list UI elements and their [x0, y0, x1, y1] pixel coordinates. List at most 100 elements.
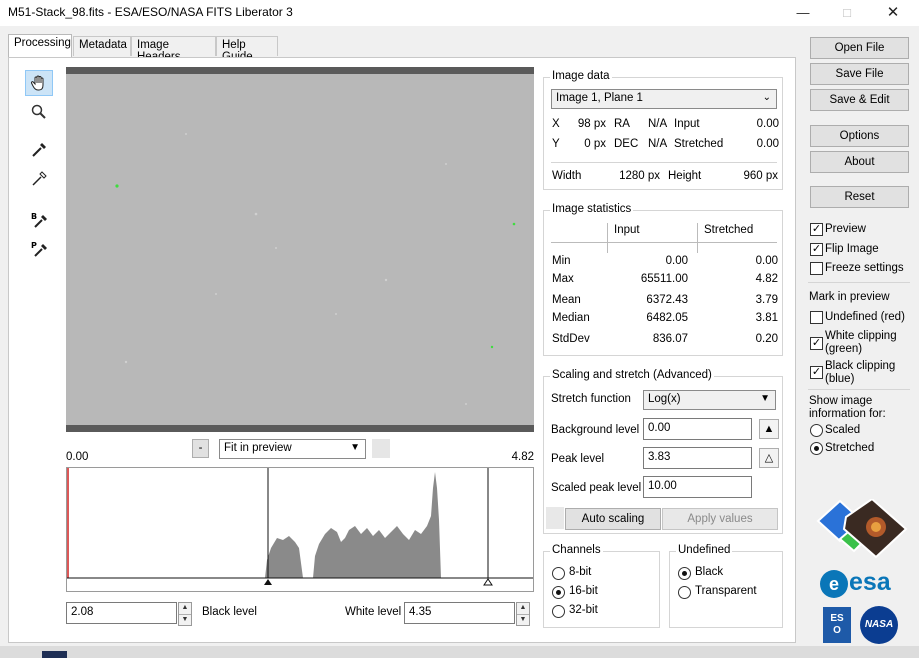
freeze-settings-checkbox[interactable] — [810, 262, 823, 275]
black-clipping-checkbox[interactable]: ✓ — [810, 366, 823, 379]
white-level-spinner[interactable]: ▲ ▼ — [516, 602, 530, 626]
white-level-label: White level — [345, 606, 402, 618]
radio-transparent[interactable] — [678, 586, 691, 599]
flip-image-checkbox[interactable]: ✓ — [810, 243, 823, 256]
black-level-input[interactable]: 2.08 — [66, 602, 177, 624]
maximize-button[interactable]: □ — [833, 2, 861, 24]
black-point-tool[interactable]: B — [25, 207, 53, 233]
chevron-down-icon: ▼ — [760, 393, 770, 404]
black-level-label: Black level — [202, 606, 257, 618]
tab-image-headers[interactable]: Image Headers — [131, 36, 216, 63]
radio-scaled[interactable] — [810, 424, 823, 437]
stats-row-label: Median — [552, 312, 590, 324]
radio-stretched[interactable] — [810, 442, 823, 455]
background-level-input[interactable]: 0.00 — [643, 418, 752, 440]
close-button[interactable]: ✕ — [879, 2, 907, 24]
divider — [551, 242, 777, 243]
minimize-button[interactable]: — — [789, 2, 817, 24]
hand-tool[interactable] — [25, 70, 53, 96]
stats-row-stretched: 0.20 — [755, 333, 778, 345]
about-button[interactable]: About — [810, 151, 909, 173]
star-field — [115, 133, 516, 405]
tab-processing[interactable]: Processing — [8, 34, 72, 58]
image-data-title: Image data — [550, 70, 612, 82]
liberator-diamond-icon — [816, 497, 908, 559]
stats-col-stretched: Stretched — [704, 224, 754, 236]
eso-logo: ES O — [823, 607, 851, 643]
taskbar-item — [42, 651, 67, 658]
mark-in-preview-title: Mark in preview — [809, 291, 890, 303]
tab-metadata[interactable]: Metadata — [73, 36, 131, 56]
zoom-in-button[interactable] — [372, 439, 390, 458]
zoom-select-value: Fit in preview — [224, 442, 292, 454]
plane-select-value: Image 1, Plane 1 — [556, 92, 643, 104]
plane-select[interactable]: Image 1, Plane 1 ⌄ — [551, 89, 777, 109]
radio-16bit-label: 16-bit — [569, 585, 598, 597]
radio-8bit-label: 8-bit — [569, 566, 592, 578]
stretch-function-select[interactable]: Log(x) ▼ — [643, 390, 776, 410]
save-file-button[interactable]: Save File — [810, 63, 909, 85]
stats-row-label: Min — [552, 255, 571, 267]
stats-row-label: StdDev — [552, 333, 590, 345]
divider — [808, 389, 910, 390]
esa-logo-mark: e — [820, 570, 848, 598]
histogram[interactable] — [66, 467, 534, 592]
image-data-group: Image data Image 1, Plane 1 ⌄ X 98 px RA… — [543, 70, 783, 190]
down-arrow-icon[interactable]: ▼ — [179, 614, 191, 625]
apply-values-button[interactable]: Apply values — [662, 508, 778, 530]
radio-8bit[interactable] — [552, 567, 565, 580]
undefined-red-checkbox[interactable] — [810, 311, 823, 324]
divider — [551, 162, 777, 163]
up-arrow-icon[interactable]: ▲ — [517, 603, 529, 614]
window-title: M51-Stack_98.fits - ESA/ESO/NASA FITS Li… — [8, 5, 293, 19]
options-button[interactable]: Options — [810, 125, 909, 147]
zoom-select[interactable]: Fit in preview ▼ — [219, 439, 366, 459]
x-label: X — [552, 118, 560, 130]
histogram-min: 0.00 — [66, 451, 89, 463]
chevron-down-icon: ⌄ — [762, 92, 771, 103]
nasa-logo: NASA — [860, 606, 898, 644]
zoom-tool[interactable] — [25, 99, 53, 125]
down-arrow-icon[interactable]: ▼ — [517, 614, 529, 625]
eyedropper-b-icon: B — [31, 212, 47, 228]
open-file-button[interactable]: Open File — [810, 37, 909, 59]
tab-help-guide[interactable]: Help Guide — [216, 36, 278, 63]
white-clipping-checkbox[interactable]: ✓ — [810, 337, 823, 350]
stats-row-input: 6372.43 — [646, 294, 688, 306]
stats-row-input: 65511.00 — [640, 273, 688, 285]
radio-stretched-label: Stretched — [825, 442, 875, 454]
peak-level-input[interactable]: 3.83 — [643, 447, 752, 469]
y-value: 0 px — [584, 138, 606, 150]
preview-checkbox[interactable]: ✓ — [810, 223, 823, 236]
radio-16bit[interactable] — [552, 586, 565, 599]
peak-picker-button[interactable]: △ — [759, 448, 779, 468]
image-preview[interactable] — [66, 67, 534, 432]
eyedropper-tool[interactable] — [25, 137, 53, 163]
show-info-title: Show image information for: — [809, 395, 886, 420]
background-picker-button[interactable]: ▲ — [759, 419, 779, 439]
white-level-input[interactable]: 4.35 — [404, 602, 515, 624]
stats-row-stretched: 4.82 — [755, 273, 778, 285]
stats-row-stretched: 3.79 — [755, 294, 778, 306]
peak-point-tool[interactable]: P — [25, 236, 53, 262]
auto-scaling-button[interactable]: Auto scaling — [565, 508, 661, 530]
save-edit-button[interactable]: Save & Edit — [810, 89, 909, 111]
stats-row-stretched: 3.81 — [755, 312, 778, 324]
zoom-out-button[interactable]: - — [192, 439, 209, 458]
eyedropper-p-icon: P — [31, 241, 47, 257]
scaled-peak-level-input[interactable]: 10.00 — [643, 476, 752, 498]
tab-label: Processing — [14, 37, 71, 49]
radio-black[interactable] — [678, 567, 691, 580]
radio-32bit-label: 32-bit — [569, 604, 598, 616]
up-arrow-icon[interactable]: ▲ — [179, 603, 191, 614]
undefined-red-label: Undefined (red) — [825, 311, 905, 323]
stats-row-label: Max — [552, 273, 574, 285]
height-value: 960 px — [743, 170, 778, 182]
black-level-spinner[interactable]: ▲ ▼ — [178, 602, 192, 626]
blank-button — [546, 507, 564, 529]
width-value: 1280 px — [619, 170, 660, 182]
eyedropper-white-tool[interactable] — [25, 166, 53, 192]
reset-button[interactable]: Reset — [810, 186, 909, 208]
stretched-value: 0.00 — [756, 138, 779, 150]
radio-32bit[interactable] — [552, 605, 565, 618]
